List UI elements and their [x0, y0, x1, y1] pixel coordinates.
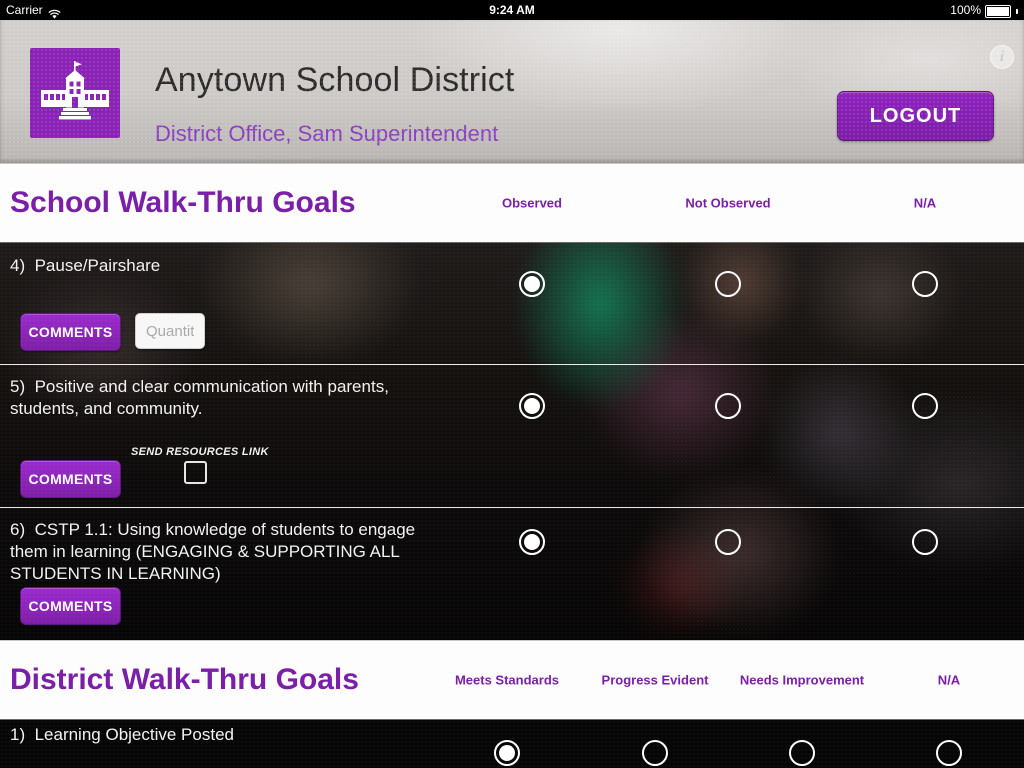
goal-number-4: 4): [10, 256, 26, 275]
comments-button-4[interactable]: COMMENTS: [20, 313, 121, 351]
radio-not-observed-4[interactable]: [715, 271, 741, 297]
goal-label-5: Positive and clear communication with pa…: [10, 377, 389, 418]
district-goals-list: 1) Learning Objective Posted: [0, 720, 1024, 768]
goal-number-5: 5): [10, 377, 26, 396]
status-bar-time: 9:24 AM: [489, 3, 535, 17]
school-goals-list: 4) Pause/Pairshare COMMENTS 5) Positive …: [0, 243, 1024, 640]
radio-observed-6[interactable]: [519, 529, 545, 555]
radio-progress-evident-d1[interactable]: [642, 740, 668, 766]
section-title-district: District Walk-Thru Goals: [10, 663, 359, 696]
logout-button[interactable]: LOGOUT: [837, 91, 994, 141]
radio-na-4[interactable]: [912, 271, 938, 297]
goal-label-d1: Learning Objective Posted: [34, 725, 234, 744]
table-row: 6) CSTP 1.1: Using knowledge of students…: [0, 508, 1024, 640]
section-header-district: District Walk-Thru Goals Meets Standards…: [0, 640, 1024, 721]
comments-button-6[interactable]: COMMENTS: [20, 587, 121, 625]
send-resources-link-checkbox[interactable]: [183, 461, 207, 484]
goal-number-d1: 1): [10, 725, 26, 744]
radio-na-5[interactable]: [912, 393, 938, 419]
column-label-needs-improvement: Needs Improvement: [739, 672, 865, 688]
column-label-meets-standards: Meets Standards: [454, 672, 560, 688]
radio-meets-standards-d1[interactable]: [494, 740, 520, 766]
page-subtitle: District Office, Sam Superintendent: [155, 121, 499, 146]
table-row: 4) Pause/Pairshare COMMENTS: [0, 243, 1024, 365]
goal-text-d1: 1) Learning Objective Posted: [10, 724, 450, 746]
table-row: 1) Learning Objective Posted: [0, 720, 1024, 768]
status-bar: Carrier 9:24 AM 100%: [0, 0, 1024, 20]
schoolhouse-logo-icon: [30, 48, 120, 138]
goal-label-4: Pause/Pairshare: [34, 256, 161, 275]
goal-number-6: 6): [10, 520, 26, 539]
comments-button-5[interactable]: COMMENTS: [20, 460, 121, 498]
column-label-na: N/A: [913, 195, 937, 211]
radio-district-na-d1[interactable]: [936, 740, 962, 766]
status-bar-right: 100%: [950, 0, 1018, 20]
column-label-not-observed: Not Observed: [685, 195, 771, 211]
radio-needs-improvement-d1[interactable]: [789, 740, 815, 766]
goal-label-6: CSTP 1.1: Using knowledge of students to…: [10, 520, 416, 583]
table-row: 5) Positive and clear communication with…: [0, 365, 1024, 508]
goal-text-5: 5) Positive and clear communication with…: [10, 376, 450, 420]
section-header-school: School Walk-Thru Goals Observed Not Obse…: [0, 163, 1024, 244]
radio-na-6[interactable]: [912, 529, 938, 555]
app-root: Carrier 9:24 AM 100% Anytown School Dist…: [0, 0, 1024, 768]
quantity-input-4[interactable]: [135, 313, 205, 349]
send-resources-link-label: SEND RESOURCES LINK: [131, 446, 269, 458]
radio-not-observed-6[interactable]: [715, 529, 741, 555]
battery-full-icon: [985, 4, 1011, 18]
battery-cap: [1016, 8, 1018, 14]
column-label-progress-evident: Progress Evident: [601, 672, 709, 688]
send-resources-link-group: SEND RESOURCES LINK: [131, 446, 269, 484]
section-title-school: School Walk-Thru Goals: [10, 186, 356, 219]
radio-observed-4[interactable]: [519, 271, 545, 297]
goal-text-4: 4) Pause/Pairshare: [10, 255, 450, 277]
info-icon[interactable]: i: [990, 45, 1014, 69]
radio-observed-5[interactable]: [519, 393, 545, 419]
page-title: Anytown School District: [155, 61, 515, 99]
radio-not-observed-5[interactable]: [715, 393, 741, 419]
battery-percent-label: 100%: [950, 3, 981, 17]
app-header: Anytown School District District Office,…: [0, 20, 1024, 163]
column-label-observed: Observed: [502, 195, 562, 211]
goal-text-6: 6) CSTP 1.1: Using knowledge of students…: [10, 519, 450, 585]
column-label-district-na: N/A: [937, 672, 961, 688]
